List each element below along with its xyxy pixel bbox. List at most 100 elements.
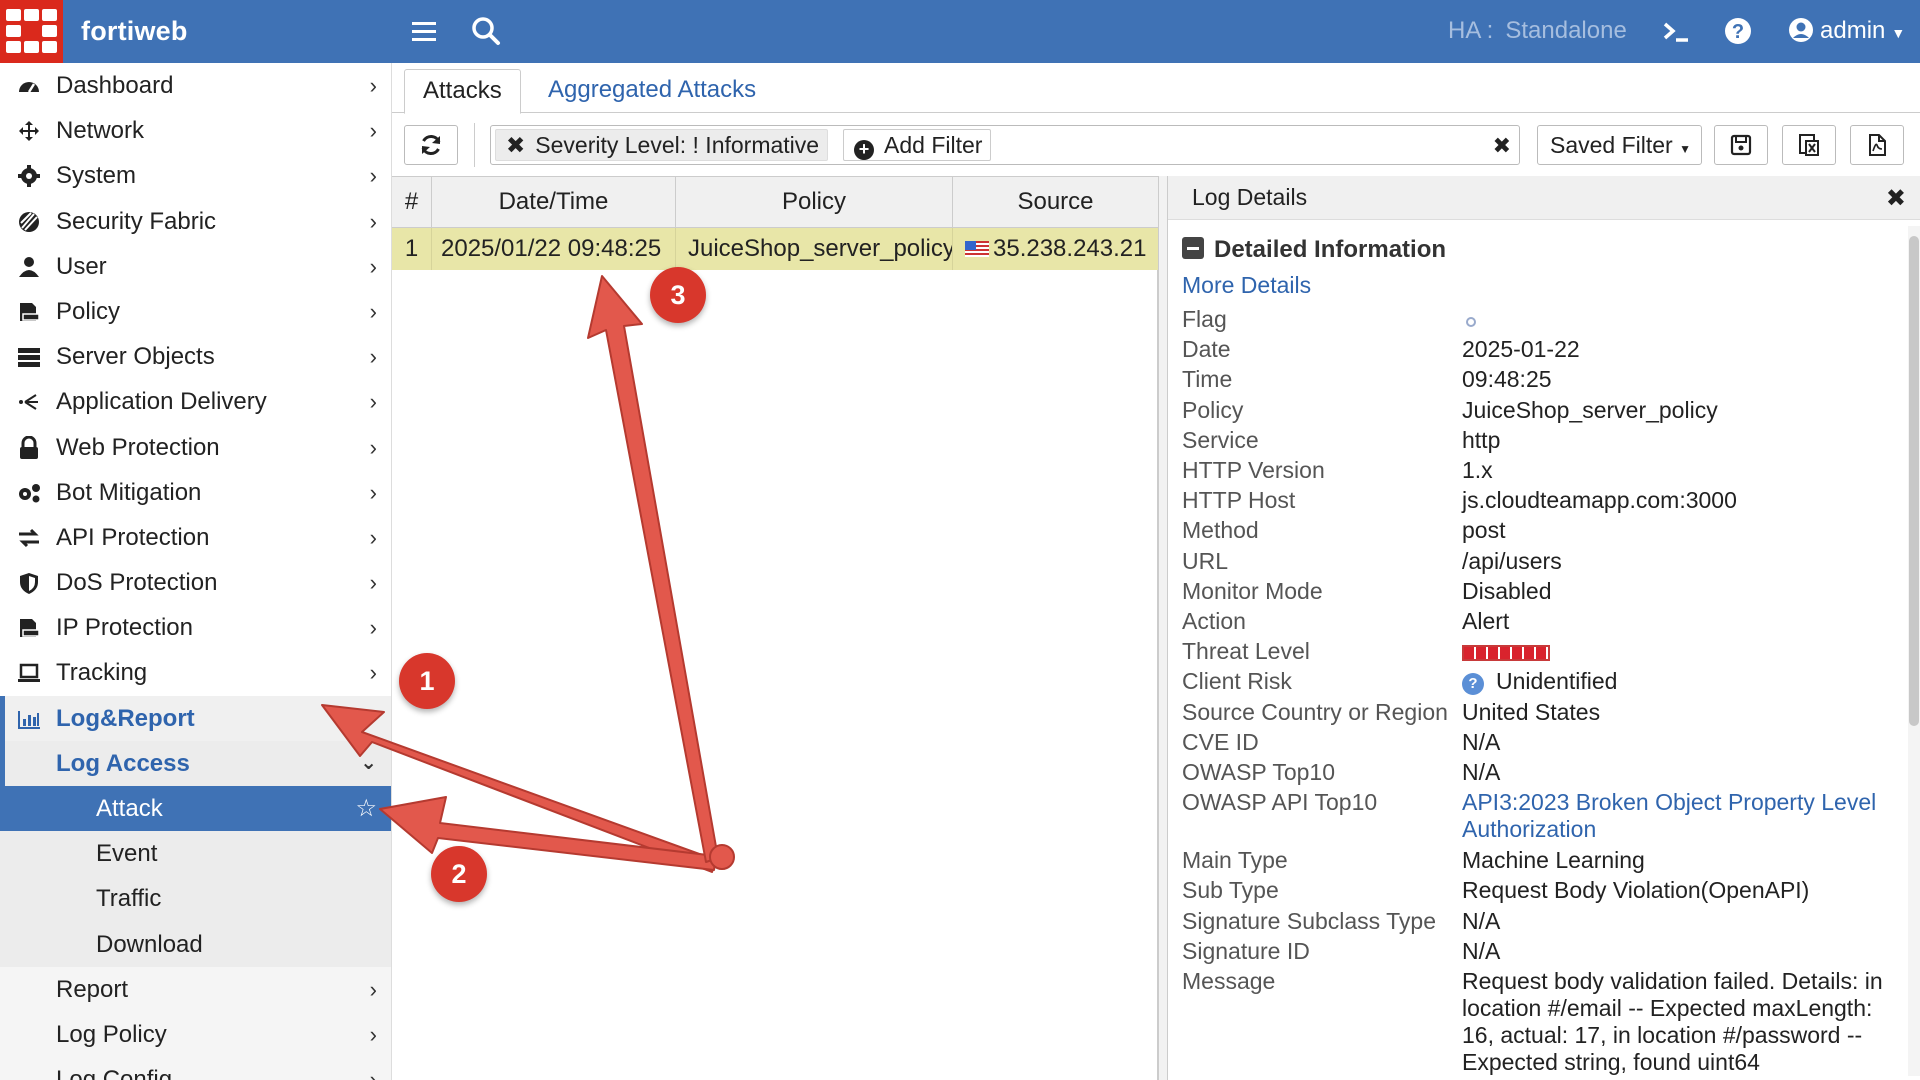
clear-filters-icon[interactable]: ✖	[1493, 133, 1511, 159]
sidebar-item-system[interactable]: System ›	[0, 153, 391, 198]
flag-toggle-icon[interactable]	[1466, 317, 1476, 327]
sidebar-item-log-config[interactable]: Log Config ›	[0, 1057, 391, 1080]
main-content: Attacks Aggregated Attacks ✖ Severity Lev…	[392, 63, 1920, 1080]
col-header-policy[interactable]: Policy	[676, 177, 953, 229]
export-pdf-button[interactable]	[1850, 125, 1904, 165]
refresh-button[interactable]	[404, 125, 458, 165]
cell-datetime: 2025/01/22 09:48:25	[432, 228, 676, 270]
bot-icon	[19, 483, 40, 503]
filter-chip-severity[interactable]: ✖ Severity Level: ! Informative	[495, 129, 829, 161]
table-row[interactable]: 1 2025/01/22 09:48:25 JuiceShop_server_p…	[392, 228, 1158, 270]
filter-bar[interactable]: ✖ Severity Level: ! Informative + Add Filt…	[490, 125, 1520, 165]
help-icon[interactable]: ?	[1722, 15, 1754, 47]
saved-filter-dropdown[interactable]: Saved Filter ▼	[1537, 125, 1702, 165]
detail-key: CVE ID	[1182, 728, 1259, 755]
sidebar: Dashboard › Network › System › Security Fabric…	[0, 63, 392, 1080]
log-details-title: Log Details	[1192, 184, 1308, 210]
log-details-panel: Log Details ✖ Detailed Information More …	[1168, 176, 1920, 1080]
chevron-right-icon: ›	[369, 344, 377, 370]
sidebar-item-traffic[interactable]: Traffic	[0, 876, 391, 922]
sidebar-item-policy[interactable]: Policy ›	[0, 289, 391, 334]
detail-key: OWASP Top10	[1182, 759, 1335, 785]
detail-value: Request Body Violation(OpenAPI)	[1462, 877, 1810, 904]
chevron-right-icon: ›	[369, 976, 377, 1002]
detail-key: Service	[1182, 426, 1259, 453]
col-header-datetime[interactable]: Date/Time	[432, 177, 676, 229]
search-icon[interactable]	[470, 15, 502, 47]
sidebar-item-bot-mitigation[interactable]: Bot Mitigation ›	[0, 470, 391, 515]
detail-value: /api/users	[1462, 547, 1562, 574]
laptop-icon	[18, 664, 40, 683]
sidebar-item-web-protection[interactable]: Web Protection ›	[0, 425, 391, 470]
sidebar-item-download[interactable]: Download	[0, 921, 391, 967]
policy-icon	[20, 302, 40, 321]
application-delivery-icon	[19, 394, 38, 411]
detail-key: URL	[1182, 547, 1229, 574]
refresh-icon	[421, 134, 441, 156]
remove-filter-icon[interactable]: ✖	[506, 132, 525, 158]
detail-key: Date	[1182, 336, 1231, 363]
sidebar-item-log-policy[interactable]: Log Policy ›	[0, 1011, 391, 1058]
fortinet-logo[interactable]	[0, 0, 63, 63]
detail-value: United States	[1462, 698, 1601, 725]
sidebar-item-tracking[interactable]: Tracking ›	[0, 650, 391, 695]
more-details-link[interactable]: More Details	[1182, 272, 1311, 299]
sidebar-item-user[interactable]: User ›	[0, 244, 391, 289]
detail-value: Alert	[1462, 608, 1510, 634]
annotation-badge-1: 1	[399, 653, 455, 709]
detail-value: Disabled	[1462, 577, 1552, 604]
save-filter-button[interactable]	[1714, 125, 1768, 165]
scrollbar-thumb[interactable]	[1909, 236, 1919, 726]
sidebar-item-network[interactable]: Network ›	[0, 108, 391, 153]
sidebar-item-application-delivery[interactable]: Application Delivery ›	[0, 379, 391, 424]
sidebar-item-dos-protection[interactable]: DoS Protection ›	[0, 560, 391, 605]
detail-key: Signature Subclass Type	[1182, 907, 1437, 934]
detail-key: Source Country or Region	[1182, 698, 1448, 725]
add-filter-button[interactable]: + Add Filter	[843, 129, 992, 161]
security-fabric-icon	[19, 211, 39, 232]
col-header-source[interactable]: Source	[953, 177, 1158, 229]
hamburger-menu-icon[interactable]	[408, 15, 440, 47]
chevron-right-icon: ›	[369, 1067, 377, 1080]
chevron-right-icon: ›	[369, 298, 377, 324]
collapse-icon	[1182, 237, 1204, 259]
gear-icon	[18, 165, 40, 188]
sidebar-item-log-access[interactable]: Log Access ⌄	[0, 740, 391, 786]
sidebar-item-ip-protection[interactable]: IP Protection ›	[0, 605, 391, 650]
user-menu[interactable]: admin ▼	[1788, 17, 1905, 45]
close-icon[interactable]: ✖	[1886, 184, 1906, 213]
chevron-right-icon: ›	[369, 253, 377, 279]
pdf-icon	[1869, 134, 1886, 156]
detail-value: API3:2023 Broken Object Property Level A…	[1462, 789, 1877, 843]
details-scrollbar[interactable]	[1908, 226, 1920, 1076]
panel-splitter[interactable]	[1158, 176, 1168, 1080]
sidebar-item-security-fabric[interactable]: Security Fabric ›	[0, 199, 391, 244]
chevron-right-icon: ›	[369, 1021, 377, 1047]
sidebar-item-attack[interactable]: Attack ☆	[0, 786, 391, 832]
detail-key: Sub Type	[1182, 877, 1279, 904]
detail-value: JuiceShop_server_policy	[1462, 396, 1718, 423]
export-excel-button[interactable]	[1782, 125, 1836, 165]
detail-key: Flag	[1182, 306, 1227, 332]
detail-value: js.cloudteamapp.com:3000	[1462, 487, 1737, 514]
sidebar-item-dashboard[interactable]: Dashboard ›	[0, 63, 391, 108]
sidebar-item-event[interactable]: Event	[0, 831, 391, 877]
chevron-right-icon: ›	[369, 73, 377, 98]
question-icon[interactable]: ?	[1462, 673, 1484, 696]
sidebar-item-report[interactable]: Report ›	[0, 966, 391, 1012]
detailed-information-toggle[interactable]: Detailed Information	[1182, 236, 1446, 264]
chevron-right-icon: ›	[369, 163, 377, 189]
tab-aggregated-attacks[interactable]: Aggregated Attacks	[530, 69, 774, 114]
col-header-number[interactable]: #	[392, 177, 432, 229]
detail-value	[1462, 638, 1902, 665]
tab-attacks[interactable]: Attacks	[404, 69, 521, 114]
chart-bar-icon	[18, 710, 40, 729]
chevron-right-icon: ›	[369, 524, 377, 550]
detail-key: HTTP Version	[1182, 457, 1325, 483]
brand-name: fortiweb	[81, 16, 188, 46]
sidebar-item-api-protection[interactable]: API Protection ›	[0, 515, 391, 560]
cli-console-icon[interactable]	[1660, 15, 1692, 47]
sidebar-item-log-report[interactable]: Log&Report	[0, 695, 391, 741]
sidebar-item-server-objects[interactable]: Server Objects ›	[0, 334, 391, 379]
star-icon[interactable]: ☆	[355, 786, 377, 831]
